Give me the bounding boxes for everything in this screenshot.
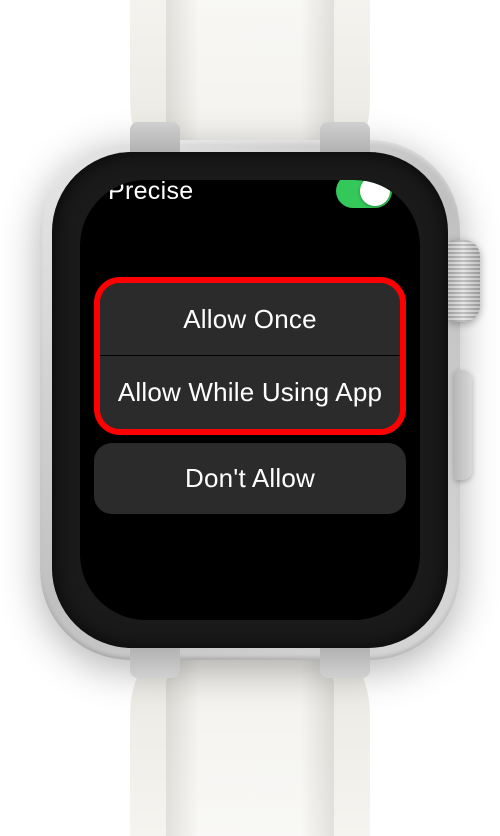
watch-band-bottom — [130, 656, 370, 836]
watch-case: Precise Allow Once Allow While Using App… — [40, 140, 460, 660]
allow-once-button[interactable]: Allow Once — [100, 283, 400, 356]
highlighted-options: Allow Once Allow While Using App — [94, 277, 406, 435]
watch-bezel: Precise Allow Once Allow While Using App… — [52, 152, 448, 648]
dont-allow-button[interactable]: Don't Allow — [94, 443, 406, 514]
location-permission-dialog: Precise Allow Once Allow While Using App… — [94, 194, 406, 606]
allow-while-using-button[interactable]: Allow While Using App — [100, 356, 400, 429]
precise-toggle[interactable] — [336, 180, 392, 208]
spacer — [94, 514, 406, 606]
side-button[interactable] — [454, 370, 472, 480]
precise-label: Precise — [108, 180, 193, 206]
watch-screen: Precise Allow Once Allow While Using App… — [80, 180, 420, 620]
precise-location-row[interactable]: Precise — [94, 180, 406, 212]
spacer — [94, 212, 406, 277]
digital-crown[interactable] — [446, 240, 480, 322]
toggle-knob — [360, 180, 390, 206]
